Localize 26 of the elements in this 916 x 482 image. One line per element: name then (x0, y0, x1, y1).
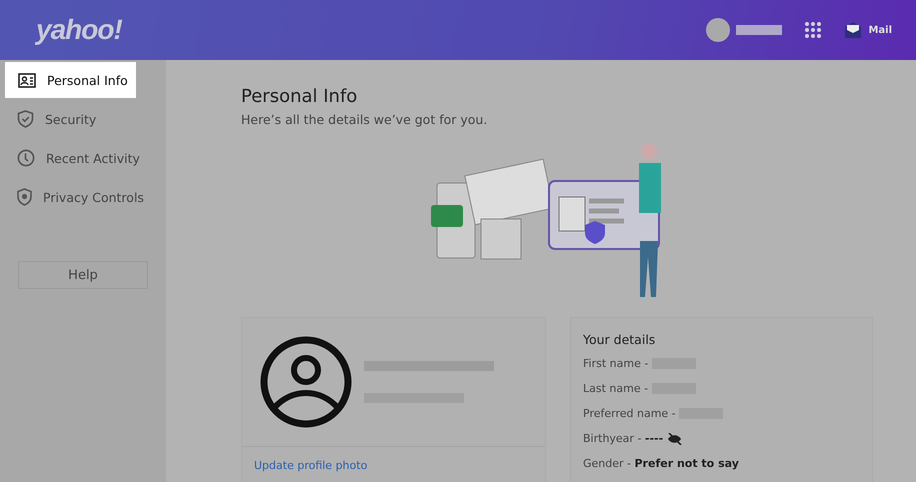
update-photo-link[interactable]: Update profile photo (254, 459, 368, 472)
detail-label: First name - (583, 357, 650, 370)
user-avatar-icon[interactable] (260, 336, 352, 428)
shield-check-icon (17, 110, 34, 128)
sidebar-item[interactable]: Privacy Controls (0, 179, 166, 215)
detail-label: Preferred name - (583, 407, 677, 420)
shield-gear-icon (17, 188, 32, 206)
mail-link[interactable]: Mail (868, 24, 892, 36)
details-title: Your details (583, 332, 656, 347)
envelope-icon[interactable] (844, 22, 862, 38)
eye-slash-icon[interactable] (667, 432, 682, 444)
redacted-username (736, 25, 782, 35)
avatar-icon[interactable] (706, 18, 730, 42)
logo[interactable]: yahoo! (36, 14, 122, 46)
detail-label: Last name - (583, 382, 650, 395)
app-grid-icon[interactable] (804, 21, 822, 39)
sidebar-item[interactable]: Security (0, 101, 166, 137)
detail-text: Gender - Prefer not to say (583, 457, 739, 470)
clock-icon (17, 149, 35, 167)
sidebar-item[interactable]: Recent Activity (0, 140, 166, 176)
sidebar-item[interactable]: Personal Info (5, 62, 136, 98)
id-card-icon (18, 72, 36, 88)
page-title: Personal Info (241, 86, 358, 107)
detail-text: Birthyear - ---- (583, 432, 664, 445)
help-button[interactable]: Help (18, 261, 148, 289)
page-subtitle: Here’s all the details we’ve got for you. (241, 112, 488, 127)
